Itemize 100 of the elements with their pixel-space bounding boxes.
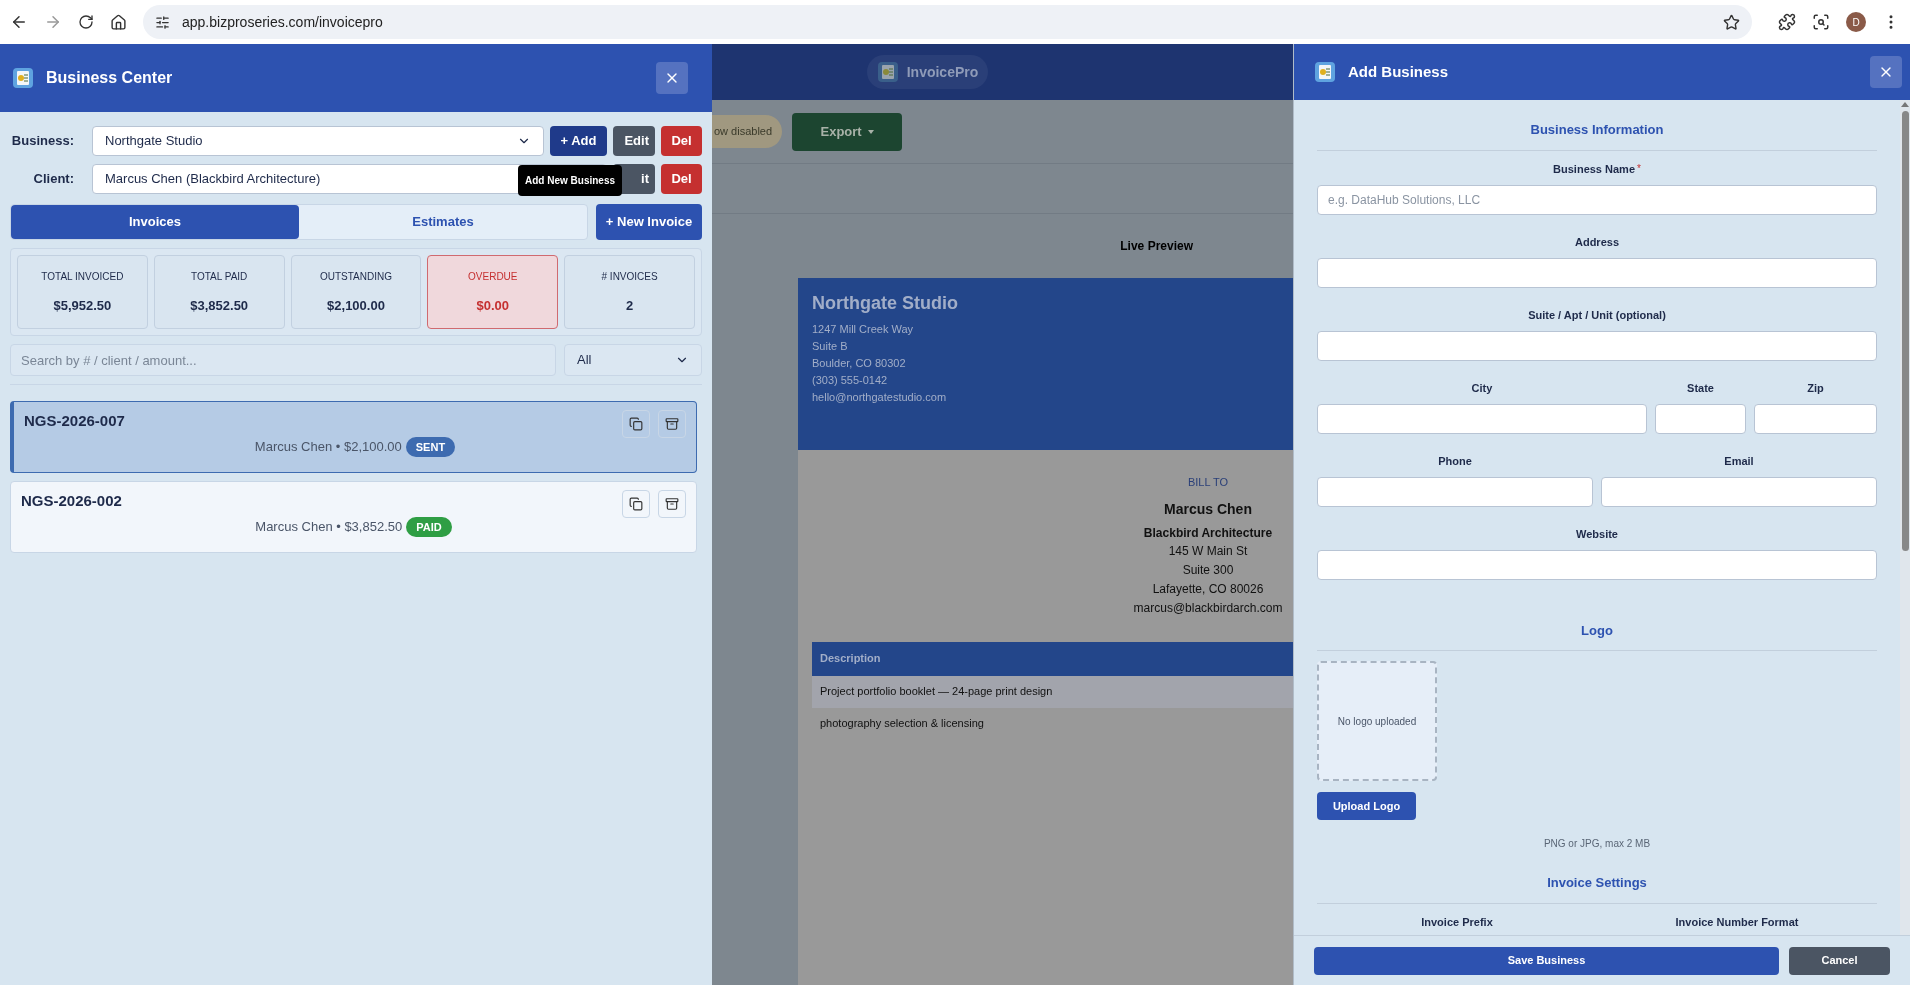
status-badge: SENT <box>405 436 456 457</box>
text-field[interactable] <box>1317 330 1877 361</box>
field-label: Email <box>1724 453 1754 469</box>
archive-button[interactable] <box>658 410 686 438</box>
business-detail: Suite B <box>812 339 849 354</box>
scrollbar-thumb[interactable] <box>1901 111 1909 551</box>
invoice-list-item[interactable]: NGS-2026-002 Marcus Chen • $3,852.50 PAID <box>10 481 697 553</box>
close-button[interactable] <box>656 62 688 94</box>
tab[interactable]: Estimates <box>299 205 587 239</box>
caret-icon <box>867 129 874 134</box>
text-field[interactable] <box>1754 403 1877 434</box>
home-icon[interactable] <box>110 13 127 31</box>
panel-title: Add Business <box>1348 61 1449 82</box>
field-label: Website <box>1576 526 1618 542</box>
required-marker: * <box>1637 161 1641 176</box>
text-field[interactable]: e.g. DataHub Solutions, LLC <box>1317 184 1877 215</box>
back-icon[interactable] <box>10 13 28 31</box>
text-field[interactable] <box>1317 403 1647 434</box>
edit-button[interactable]: Edit <box>613 126 655 156</box>
table-cell: Project portfolio booklet — 24-page print design <box>812 675 1293 708</box>
text-field[interactable] <box>1655 403 1746 434</box>
invoice-summary: Marcus Chen • $2,100.00 <box>254 438 402 456</box>
stat-label: TOTAL INVOICED <box>41 269 124 284</box>
client-detail: Suite 300 <box>1182 561 1234 579</box>
table-cell-text: photography selection & licensing <box>819 716 985 732</box>
extensions-icon[interactable] <box>1778 13 1796 31</box>
archive-icon <box>665 497 679 511</box>
section-title: Logo <box>1581 621 1613 640</box>
app-logo-icon <box>12 67 34 89</box>
select-field[interactable]: Northgate Studio <box>92 126 544 156</box>
field-label: Client: <box>32 170 75 189</box>
bill-to-label: BILL TO <box>1187 475 1229 490</box>
url-text: app.bizproseries.com/invoicepro <box>182 12 384 32</box>
text-field[interactable] <box>1317 257 1877 288</box>
field-label: Business Name <box>1553 161 1635 177</box>
stat-value: 2 <box>625 296 634 315</box>
app-logo-icon <box>876 61 899 83</box>
copy-icon <box>629 497 643 511</box>
archive-button[interactable] <box>658 490 686 518</box>
table-header: Description <box>812 641 1293 676</box>
duplicate-button[interactable] <box>622 410 650 438</box>
empty-logo-text: No logo uploaded <box>1337 714 1417 729</box>
stat-value: $3,852.50 <box>190 296 249 315</box>
stat-label: OUTSTANDING <box>319 269 392 284</box>
client-company: Blackbird Architecture <box>1143 524 1273 542</box>
delete-button[interactable]: Del <box>661 164 702 194</box>
field-label: Phone <box>1438 453 1472 469</box>
screen-search-icon[interactable] <box>1812 13 1830 31</box>
field-label: Suite / Apt / Unit (optional) <box>1528 307 1666 323</box>
delete-button[interactable]: Del <box>661 126 702 156</box>
invoice-list-item[interactable]: NGS-2026-007 Marcus Chen • $2,100.00 SENT <box>10 401 697 473</box>
new-invoice-button[interactable]: + New Invoice <box>596 204 702 240</box>
stat-label: # INVOICES <box>601 269 658 284</box>
text-field[interactable] <box>1601 476 1877 507</box>
business-detail: hello@northgatestudio.com <box>812 390 948 405</box>
tab[interactable]: Invoices <box>11 205 299 239</box>
client-detail: Lafayette, CO 80026 <box>1152 580 1264 598</box>
stat-value: $0.00 <box>476 296 510 315</box>
invoice-number: NGS-2026-007 <box>24 411 125 431</box>
client-name: Marcus Chen <box>1164 499 1252 519</box>
panel-title: Business Center <box>46 68 173 88</box>
app-logo-icon <box>1314 61 1336 83</box>
field-label: Invoice Prefix <box>1420 914 1494 930</box>
upload-logo-button[interactable]: Upload Logo <box>1317 792 1416 820</box>
business-detail: (303) 555-0142 <box>812 373 889 388</box>
address-bar[interactable]: app.bizproseries.com/invoicepro <box>143 5 1752 39</box>
text-field[interactable] <box>1317 476 1593 507</box>
invoice-number: NGS-2026-002 <box>21 491 122 511</box>
bookmark-star-icon <box>1723 13 1740 31</box>
stat-value: $2,100.00 <box>327 296 385 315</box>
status-filter[interactable]: All <box>564 344 702 376</box>
add-button[interactable]: + Add <box>550 126 607 156</box>
search-field[interactable]: Search by # / client / amount... <box>10 344 556 376</box>
export-button[interactable]: Export <box>792 112 903 151</box>
field-label: City <box>1471 380 1493 396</box>
duplicate-button[interactable] <box>622 490 650 518</box>
stat-label: TOTAL PAID <box>191 269 248 284</box>
text-field[interactable] <box>1317 549 1877 580</box>
copy-icon <box>629 417 643 431</box>
preview-title: Live Preview <box>1120 238 1193 255</box>
field-label: Business: <box>10 132 75 151</box>
stat-label: OVERDUE <box>468 269 518 284</box>
cancel-button[interactable]: Cancel <box>1789 946 1890 975</box>
status-pill: ow disabled <box>712 115 783 148</box>
client-detail: 145 W Main St <box>1168 542 1248 560</box>
business-detail: Boulder, CO 80302 <box>812 356 907 371</box>
save-business-button[interactable]: Save Business <box>1314 946 1779 975</box>
scrollbar[interactable] <box>1900 100 1910 935</box>
reload-icon[interactable] <box>78 14 94 30</box>
stat-value: $5,952.50 <box>53 296 112 315</box>
field-label: State <box>1687 380 1714 396</box>
site-settings-icon <box>155 14 170 30</box>
section-title: Business Information <box>1530 121 1664 139</box>
logo-dropzone[interactable]: No logo uploaded <box>1317 661 1437 781</box>
profile-avatar[interactable]: D <box>1846 12 1866 32</box>
app-title: InvoicePro <box>906 62 979 82</box>
business-detail: 1247 Mill Creek Way <box>812 322 915 337</box>
field-label: Zip <box>1807 380 1824 396</box>
forward-icon[interactable] <box>44 13 62 31</box>
close-button[interactable] <box>1870 56 1902 88</box>
